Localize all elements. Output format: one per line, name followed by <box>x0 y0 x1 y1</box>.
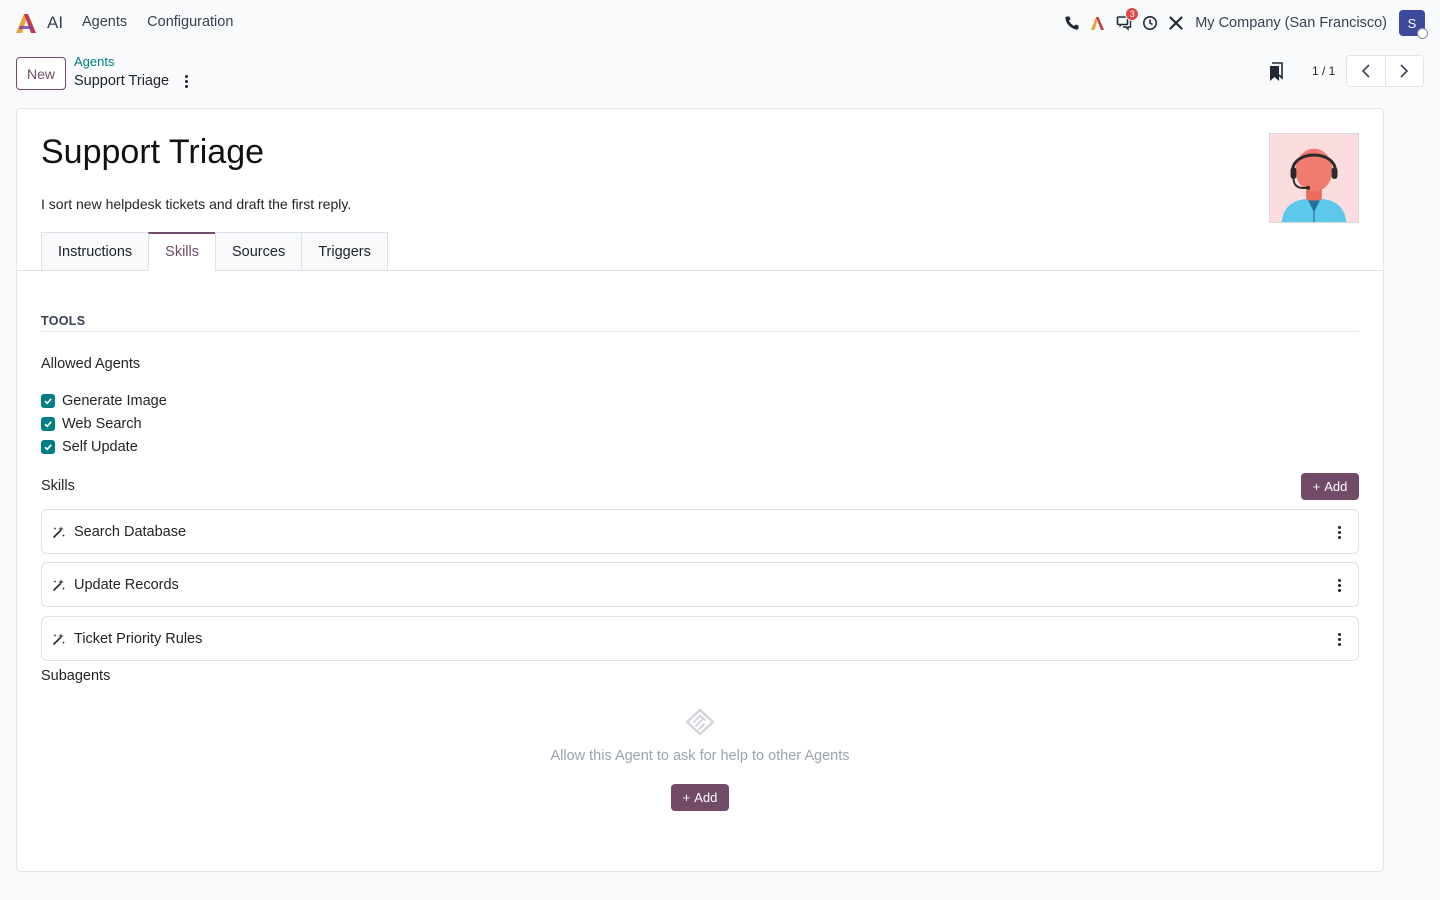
checkbox-checked-icon[interactable] <box>41 394 55 408</box>
skill-card-search-database[interactable]: Search Database <box>41 509 1359 554</box>
add-skill-button[interactable]: + Add <box>1301 473 1359 500</box>
section-divider <box>41 331 1359 332</box>
agent-name-field[interactable]: Support Triage <box>41 133 264 172</box>
form-sheet: Support Triage I sort new helpdesk ticke… <box>16 108 1384 872</box>
form-tabs: Instructions Skills Sources Triggers <box>41 232 388 271</box>
top-navbar: AI Agents Configuration 3 My Company (Sa… <box>0 0 1440 46</box>
skill-options-kebab-icon[interactable] <box>1336 577 1342 593</box>
tab-sources[interactable]: Sources <box>215 232 302 271</box>
skill-name: Update Records <box>74 576 179 593</box>
pager-value[interactable]: 1 / 1 <box>1312 64 1335 78</box>
pager-previous-button[interactable] <box>1347 56 1385 86</box>
subagents-label: Subagents <box>41 668 111 684</box>
skill-options-kebab-icon[interactable] <box>1336 524 1342 540</box>
agent-avatar-image[interactable] <box>1269 133 1359 223</box>
add-label: Add <box>694 790 718 805</box>
menu-agents[interactable]: Agents <box>82 14 127 30</box>
company-switcher[interactable]: My Company (San Francisco) <box>1195 15 1387 31</box>
debug-tools-icon[interactable] <box>1163 9 1189 37</box>
user-avatar[interactable]: S <box>1399 10 1428 39</box>
ai-assistant-icon[interactable] <box>1085 9 1111 37</box>
app-name[interactable]: AI <box>47 13 63 33</box>
pager-buttons <box>1346 55 1424 87</box>
breadcrumb-current: Support Triage <box>74 73 170 89</box>
subagents-empty-message: Allow this Agent to ask for help to othe… <box>550 748 850 764</box>
chevron-left-icon <box>1361 64 1370 78</box>
allowed-agent-label: Web Search <box>62 416 142 432</box>
magic-wand-icon <box>53 525 65 538</box>
tab-skills[interactable]: Skills <box>148 232 215 271</box>
pager-next-button[interactable] <box>1384 56 1424 86</box>
add-label: Add <box>1324 479 1348 494</box>
chevron-right-icon <box>1400 64 1409 78</box>
tab-divider <box>17 270 1383 271</box>
skill-options-kebab-icon[interactable] <box>1336 631 1342 647</box>
tools-section-heading: TOOLS <box>41 314 86 328</box>
allowed-agent-generate-image[interactable]: Generate Image <box>41 393 167 409</box>
handshake-icon <box>685 708 715 736</box>
control-panel: New Agents Support Triage 1 / 1 <box>0 46 1440 102</box>
tab-instructions[interactable]: Instructions <box>41 232 149 271</box>
user-status-dot <box>1417 28 1428 39</box>
allowed-agent-label: Generate Image <box>62 393 167 409</box>
plus-icon: + <box>1312 479 1321 494</box>
checkbox-checked-icon[interactable] <box>41 440 55 454</box>
allowed-agent-web-search[interactable]: Web Search <box>41 416 142 432</box>
activity-clock-icon[interactable] <box>1137 9 1163 37</box>
magic-wand-icon <box>53 578 65 591</box>
phone-icon[interactable] <box>1059 9 1085 37</box>
main-menu: Agents Configuration <box>82 14 233 30</box>
skill-name: Search Database <box>74 523 187 540</box>
agent-description-field[interactable]: I sort new helpdesk tickets and draft th… <box>41 196 351 212</box>
skill-name: Ticket Priority Rules <box>74 630 203 647</box>
checkbox-checked-icon[interactable] <box>41 417 55 431</box>
bookmark-icon[interactable] <box>1268 62 1284 82</box>
skills-label: Skills <box>41 478 75 494</box>
plus-icon: + <box>682 790 691 805</box>
tab-triggers[interactable]: Triggers <box>301 232 388 271</box>
record-actions-kebab-icon[interactable] <box>180 72 192 90</box>
messages-icon[interactable]: 3 <box>1111 7 1140 37</box>
systray: 3 My Company (San Francisco) S <box>1059 7 1428 39</box>
allowed-agent-self-update[interactable]: Self Update <box>41 439 138 455</box>
skill-card-ticket-priority-rules[interactable]: Ticket Priority Rules <box>41 616 1359 661</box>
skill-card-update-records[interactable]: Update Records <box>41 562 1359 607</box>
user-initial: S <box>1407 15 1417 31</box>
ai-app-logo-icon[interactable] <box>15 12 39 34</box>
new-button[interactable]: New <box>16 57 66 90</box>
add-subagent-button[interactable]: + Add <box>671 784 729 811</box>
allowed-agent-label: Self Update <box>62 439 138 455</box>
allowed-agents-label: Allowed Agents <box>41 356 141 372</box>
breadcrumb-parent[interactable]: Agents <box>74 54 114 69</box>
magic-wand-icon <box>53 632 65 645</box>
menu-configuration[interactable]: Configuration <box>147 14 233 30</box>
